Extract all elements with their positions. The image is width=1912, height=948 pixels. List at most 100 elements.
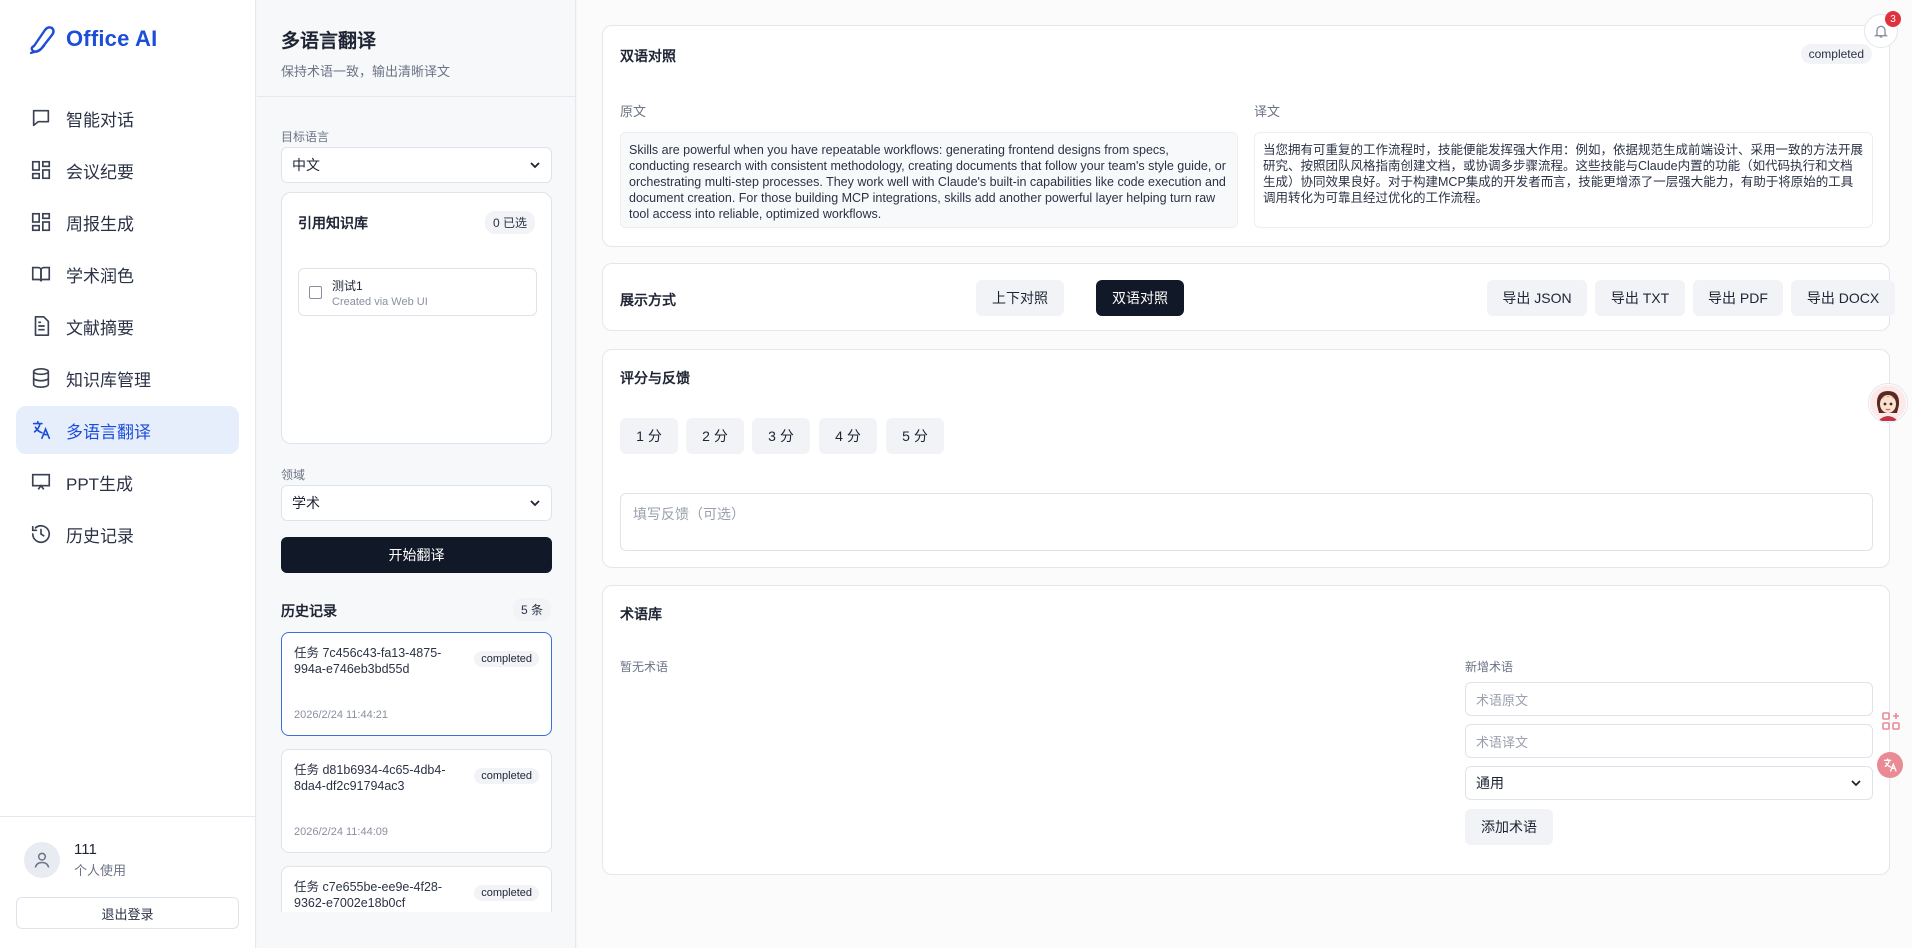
knowledge-base-title: 引用知识库 xyxy=(298,215,368,231)
add-term-button[interactable]: 添加术语 xyxy=(1465,809,1553,845)
score-5-button[interactable]: 5 分 xyxy=(886,418,944,454)
sidebar-item-weekly[interactable]: 周报生成 xyxy=(16,198,239,246)
sidebar-item-label: 历史记录 xyxy=(66,526,134,546)
sidebar-item-label: 会议纪要 xyxy=(66,162,134,182)
history-task-id: 任务 c7e655be-ee9e-4f28-9362-e7002e18b0cf xyxy=(294,880,443,910)
notification-count-badge: 3 xyxy=(1885,11,1901,27)
user-icon xyxy=(34,852,50,868)
sidebar-item-polish[interactable]: 学术润色 xyxy=(16,250,239,298)
export-pdf-button[interactable]: 导出 PDF xyxy=(1693,280,1783,316)
chevron-down-icon xyxy=(1851,780,1861,787)
history-icon xyxy=(31,525,51,544)
glossary-title: 术语库 xyxy=(620,606,662,622)
score-1-button[interactable]: 1 分 xyxy=(620,418,678,454)
knowledge-base-count-badge: 0 已选 xyxy=(484,211,535,234)
chat-icon xyxy=(32,109,50,127)
score-4-button[interactable]: 4 分 xyxy=(819,418,877,454)
target-text[interactable]: 当您拥有可重复的工作流程时，技能便能发挥强大作用：例如，依据规范生成前端设计、采… xyxy=(1254,132,1873,228)
notification-button[interactable]: 3 xyxy=(1864,11,1901,48)
domain-select[interactable]: 学术 xyxy=(281,485,552,521)
mode-top-bottom-button[interactable]: 上下对照 xyxy=(976,280,1064,316)
start-translate-button[interactable]: 开始翻译 xyxy=(281,537,552,573)
glossary-empty-text: 暂无术语 xyxy=(620,660,669,674)
rating-panel: 评分与反馈 1 分 2 分 3 分 4 分 5 分 填写反馈（可选） xyxy=(602,349,1890,568)
sidebar-item-chat[interactable]: 智能对话 xyxy=(16,94,239,142)
status-badge: completed xyxy=(474,768,539,784)
history-item[interactable]: 任务 7c456c43-fa13-4875-994a-e746eb3bd55d … xyxy=(281,632,552,736)
status-badge: completed xyxy=(1800,44,1872,64)
sidebar-item-ppt[interactable]: PPT生成 xyxy=(16,458,239,506)
history-time: 2026/2/24 11:44:21 xyxy=(294,709,388,721)
term-category-value: 通用 xyxy=(1476,775,1504,791)
bell-icon xyxy=(1874,25,1888,38)
score-2-button[interactable]: 2 分 xyxy=(686,418,744,454)
source-label: 原文 xyxy=(620,104,647,119)
domain-label: 领域 xyxy=(281,468,306,482)
knowledge-base-desc: Created via Web UI xyxy=(332,295,428,308)
sidebar: Office AI 智能对话 会议纪要 周报生成 学术润色 文献摘要 知识库管理 xyxy=(0,0,256,948)
history-task-id: 任务 7c456c43-fa13-4875-994a-e746eb3bd55d xyxy=(294,646,442,676)
sidebar-item-label: 智能对话 xyxy=(66,110,134,130)
presentation-icon xyxy=(31,473,51,490)
export-json-button[interactable]: 导出 JSON xyxy=(1487,280,1587,316)
page-subtitle: 保持术语一致，输出清晰译文 xyxy=(281,64,451,79)
brand[interactable]: Office AI xyxy=(28,24,157,54)
document-icon xyxy=(34,316,50,336)
config-header: 多语言翻译 保持术语一致，输出清晰译文 xyxy=(257,0,575,97)
chevron-down-icon xyxy=(530,162,540,169)
status-badge: completed xyxy=(474,885,539,901)
target-language-select[interactable]: 中文 xyxy=(281,147,552,183)
knowledge-base-item[interactable]: 测试1 Created via Web UI xyxy=(298,268,537,316)
logout-button[interactable]: 退出登录 xyxy=(16,897,239,929)
export-docx-button[interactable]: 导出 DOCX xyxy=(1791,280,1895,316)
glossary-panel: 术语库 暂无术语 新增术语 术语原文 术语译文 通用 添加术语 xyxy=(602,585,1890,875)
mode-side-by-side-button[interactable]: 双语对照 xyxy=(1096,280,1184,316)
chevron-down-icon xyxy=(530,500,540,507)
brand-name: Office AI xyxy=(66,26,158,51)
translation-result-area: 双语对照 completed 原文 译文 Skills are powerful… xyxy=(577,0,1912,948)
user-info[interactable]: 111 个人使用 xyxy=(24,841,126,879)
user-name: 111 xyxy=(74,841,97,858)
sidebar-item-label: 学术润色 xyxy=(66,266,134,286)
target-language-value: 中文 xyxy=(292,157,320,173)
database-icon xyxy=(32,368,50,388)
sidebar-item-translate[interactable]: 多语言翻译 xyxy=(16,406,239,454)
term-source-input[interactable]: 术语原文 xyxy=(1465,682,1873,716)
main-nav: 智能对话 会议纪要 周报生成 学术润色 文献摘要 知识库管理 多语言翻译 PPT… xyxy=(16,94,239,562)
sidebar-item-label: 周报生成 xyxy=(66,214,134,234)
history-count-badge: 5 条 xyxy=(512,598,551,621)
sidebar-item-label: 多语言翻译 xyxy=(66,422,151,442)
user-role: 个人使用 xyxy=(74,863,127,878)
source-text[interactable]: Skills are powerful when you have repeat… xyxy=(620,132,1238,228)
rating-title: 评分与反馈 xyxy=(620,370,690,386)
bilingual-title: 双语对照 xyxy=(620,48,676,64)
bilingual-panel: 双语对照 completed 原文 译文 Skills are powerful… xyxy=(602,25,1890,247)
target-label: 译文 xyxy=(1254,104,1281,119)
sidebar-item-knowledge[interactable]: 知识库管理 xyxy=(16,354,239,402)
translate-icon xyxy=(32,420,51,440)
history-list[interactable]: 任务 7c456c43-fa13-4875-994a-e746eb3bd55d … xyxy=(257,620,576,912)
quick-translate-button[interactable] xyxy=(1877,752,1903,778)
knowledge-base-card: 引用知识库 0 已选 测试1 Created via Web UI xyxy=(281,192,552,444)
display-mode-title: 展示方式 xyxy=(620,292,676,308)
grid-icon xyxy=(31,212,51,232)
knowledge-base-checkbox[interactable] xyxy=(309,285,322,299)
history-item[interactable]: 任务 d81b6934-4c65-4db4-8da4-df2c91794ac3 … xyxy=(281,749,552,853)
history-item[interactable]: 任务 c7e655be-ee9e-4f28-9362-e7002e18b0cf … xyxy=(281,866,552,912)
assistant-avatar-button[interactable] xyxy=(1868,383,1908,423)
sidebar-item-meeting[interactable]: 会议纪要 xyxy=(16,146,239,194)
display-mode-panel: 展示方式 上下对照 双语对照 导出 JSON 导出 TXT 导出 PDF 导出 … xyxy=(602,263,1895,331)
apps-grid-button[interactable] xyxy=(1880,710,1902,732)
score-3-button[interactable]: 3 分 xyxy=(752,418,810,454)
term-category-select[interactable]: 通用 xyxy=(1465,766,1873,800)
history-title: 历史记录 xyxy=(281,603,337,619)
feedback-textarea[interactable]: 填写反馈（可选） xyxy=(620,493,1873,551)
sidebar-item-history[interactable]: 历史记录 xyxy=(16,510,239,558)
term-target-input[interactable]: 术语译文 xyxy=(1465,724,1873,758)
page-title: 多语言翻译 xyxy=(281,31,377,52)
export-txt-button[interactable]: 导出 TXT xyxy=(1595,280,1685,316)
sidebar-item-summary[interactable]: 文献摘要 xyxy=(16,302,239,350)
history-time: 2026/2/24 11:44:09 xyxy=(294,826,388,838)
history-task-id: 任务 d81b6934-4c65-4db4-8da4-df2c91794ac3 xyxy=(294,763,446,793)
domain-value: 学术 xyxy=(292,495,320,511)
